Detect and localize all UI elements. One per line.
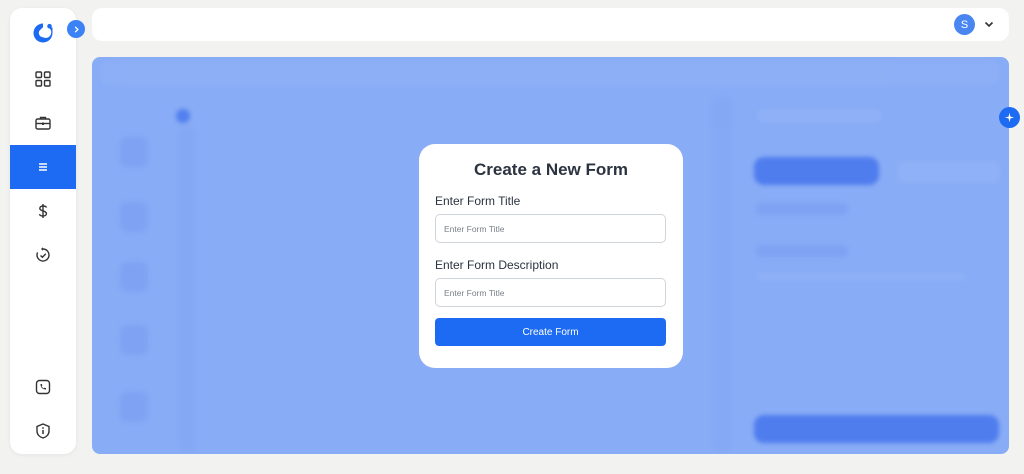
logo-icon[interactable] <box>31 21 55 45</box>
backdrop-shape <box>178 127 196 452</box>
sidebar <box>10 8 76 454</box>
backdrop-shape <box>120 262 148 292</box>
nav-info[interactable] <box>10 409 76 453</box>
sparkle-icon <box>1004 112 1015 123</box>
backdrop-shape <box>756 273 966 281</box>
chevron-down-icon[interactable] <box>983 18 995 30</box>
backdrop-shape <box>756 245 848 257</box>
phone-icon <box>35 379 51 395</box>
backdrop-shape <box>120 392 148 422</box>
backdrop-shape <box>120 202 148 232</box>
backdrop-shape <box>754 415 999 443</box>
nav-billing[interactable] <box>10 189 76 233</box>
create-form-button[interactable]: Create Form <box>435 318 666 346</box>
top-bar: S <box>92 8 1009 41</box>
dashboard-grid-icon <box>35 71 51 87</box>
briefcase-icon <box>35 116 51 130</box>
chevron-right-icon <box>74 25 79 33</box>
backdrop-shape <box>120 137 148 167</box>
backdrop-shape <box>120 325 148 355</box>
avatar[interactable]: S <box>954 14 975 35</box>
list-menu-icon <box>39 163 47 171</box>
backdrop-shape <box>757 109 882 123</box>
backdrop-shape <box>898 161 1000 183</box>
backdrop-header-shape <box>100 61 1000 85</box>
modal-title: Create a New Form <box>474 160 628 179</box>
backdrop-shape <box>712 97 732 452</box>
history-check-icon <box>36 247 50 262</box>
form-title-input[interactable] <box>435 214 666 243</box>
backdrop-shape <box>176 109 190 123</box>
nav-dashboard[interactable] <box>10 57 76 101</box>
form-description-label: Enter Form Description <box>435 258 559 272</box>
create-form-modal: Create a New Form Enter Form Title Enter… <box>419 144 683 368</box>
backdrop-shape <box>754 157 879 185</box>
form-description-input[interactable] <box>435 278 666 307</box>
backdrop-shape <box>756 203 848 215</box>
ai-assistant-button[interactable] <box>999 107 1020 128</box>
info-shield-icon <box>36 423 50 439</box>
nav-forms[interactable] <box>10 145 76 189</box>
nav-contact[interactable] <box>10 365 76 409</box>
nav-history[interactable] <box>10 233 76 277</box>
expand-sidebar-button[interactable] <box>67 20 85 38</box>
form-title-label: Enter Form Title <box>435 194 521 208</box>
nav-briefcase[interactable] <box>10 101 76 145</box>
dollar-icon <box>38 204 48 218</box>
